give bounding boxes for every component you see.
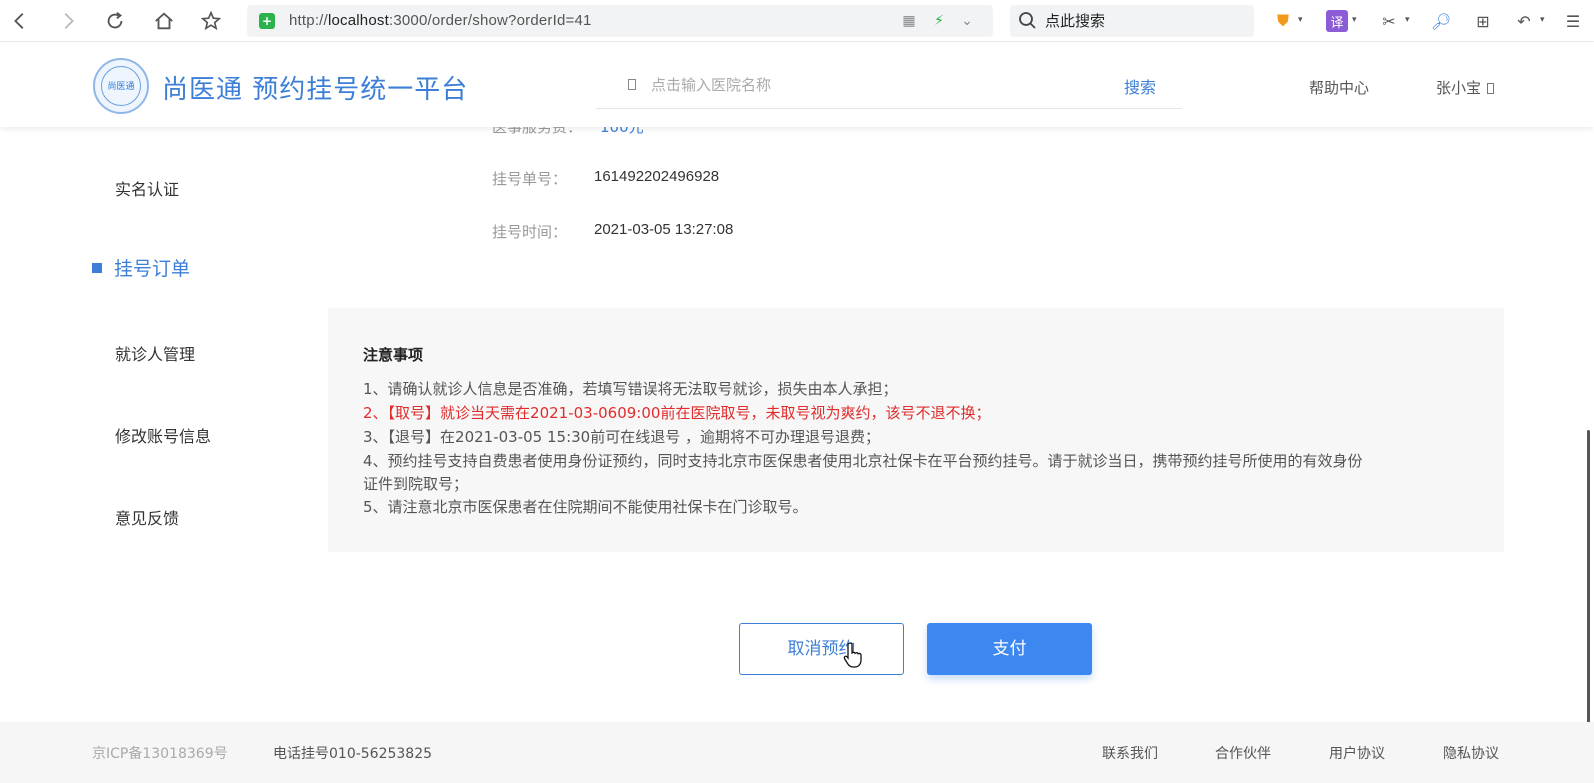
pay-button[interactable]: 支付 (927, 623, 1092, 675)
sidebar-item-label: 挂号订单 (114, 258, 191, 280)
phone-registration: 电话挂号010-56253825 (273, 746, 433, 762)
site-title[interactable]: 尚医通 预约挂号统一平台 (162, 69, 468, 106)
qr-code-icon[interactable]: ▦ (901, 13, 917, 29)
reload-icon[interactable] (103, 9, 127, 33)
notice-line: 5、请注意北京市医保患者在住院期间不能使用社保卡在门诊取号。 (363, 498, 808, 516)
site-footer: 京ICP备13018369号 电话挂号010-56253825 联系我们 合作伙… (0, 722, 1594, 783)
hand-cursor-icon (843, 642, 862, 668)
address-bar[interactable]: + http://localhost:3000/order/show?order… (247, 5, 993, 37)
footer-link-terms[interactable]: 用户协议 (1329, 743, 1385, 763)
notice-line: 3、【退号】在2021-03-05 15:30前可在线退号 ，逾期将不可办理退号… (363, 428, 880, 446)
translate-icon[interactable]: 译 (1326, 10, 1348, 32)
undo-icon[interactable]: ↶ (1513, 10, 1535, 32)
caret-down-icon[interactable]: ▾ (1298, 16, 1306, 25)
footer-link-contact[interactable]: 联系我们 (1102, 743, 1158, 763)
search-button[interactable]: 搜索 (1124, 74, 1156, 98)
notice-line: 1、请确认就诊人信息是否准确，若填写错误将无法取号就诊，损失由本人承担； (363, 380, 898, 398)
notice-panel: 注意事项 1、请确认就诊人信息是否准确，若填写错误将无法取号就诊，损失由本人承担… (328, 308, 1504, 552)
browser-search-text: 点此搜索 (1045, 12, 1106, 30)
sidebar-item-feedback[interactable]: 意见反馈 (115, 505, 179, 529)
footer-link-privacy[interactable]: 隐私协议 (1443, 743, 1499, 763)
icp-record: 京ICP备13018369号 (92, 746, 228, 762)
bookmark-star-icon[interactable] (199, 9, 223, 33)
notice-line: 证件到院取号； (363, 475, 469, 493)
caret-down-icon[interactable]: ▾ (1405, 16, 1413, 25)
page-scrollbar[interactable] (1587, 430, 1590, 730)
order-number-value: 161492202496928 (594, 168, 720, 185)
sidebar-item-orders[interactable]: 挂号订单 (92, 254, 190, 281)
order-time-value: 2021-03-05 13:27:08 (594, 221, 734, 238)
order-number-label: 挂号单号： (492, 170, 568, 188)
sidebar-item-patients[interactable]: 就诊人管理 (115, 341, 195, 365)
footer-link-partners[interactable]: 合作伙伴 (1215, 743, 1271, 763)
scissors-icon[interactable]: ✂ (1378, 10, 1400, 32)
order-time-label: 挂号时间： (492, 223, 568, 241)
shield-extension-icon[interactable]: ⛊ (1272, 10, 1294, 32)
notice-line-warning: 2、【取号】就诊当天需在2021-03-0609:00前在医院取号，未取号视为爽… (363, 404, 991, 422)
home-icon[interactable] (152, 9, 176, 33)
user-dropdown-icon (1487, 83, 1495, 94)
help-center-link[interactable]: 帮助中心 (1309, 77, 1369, 98)
url-text: http://localhost:3000/order/show?orderId… (289, 12, 592, 29)
notice-title: 注意事项 (363, 346, 424, 364)
sidebar-item-account[interactable]: 修改账号信息 (115, 423, 211, 447)
sidebar-item-real-name[interactable]: 实名认证 (115, 176, 179, 200)
logo-badge: 尚医通 (101, 66, 141, 106)
hospital-search: 搜索 (596, 65, 1182, 109)
hospital-search-input[interactable] (651, 73, 1051, 97)
caret-down-icon[interactable]: ▾ (1352, 16, 1360, 25)
search-field-icon (628, 79, 636, 90)
caret-down-icon[interactable]: ▾ (1540, 16, 1548, 25)
magnifier-icon[interactable]: 🔎︎ (1430, 10, 1452, 32)
site-logo[interactable]: 尚医通 (93, 58, 149, 114)
user-name: 张小宝 (1436, 79, 1482, 97)
secure-shield-icon: + (259, 13, 275, 29)
browser-toolbar: + http://localhost:3000/order/show?order… (0, 0, 1594, 42)
forward-icon[interactable] (56, 9, 80, 33)
menu-icon[interactable]: ☰ (1562, 10, 1584, 32)
browser-search-box[interactable]: 点此搜索 (1010, 5, 1254, 37)
search-icon (1019, 12, 1036, 29)
cancel-appointment-button[interactable]: 取消预约 (739, 623, 904, 675)
back-icon[interactable] (8, 9, 32, 33)
active-marker (92, 263, 102, 273)
user-menu[interactable]: 张小宝 (1436, 77, 1495, 98)
lightning-icon[interactable]: ⚡ (931, 13, 947, 29)
grid-icon[interactable]: ⊞ (1472, 10, 1494, 32)
chevron-down-icon[interactable]: ⌄ (959, 13, 975, 29)
site-header: 尚医通 尚医通 预约挂号统一平台 搜索 帮助中心 张小宝 (0, 43, 1594, 127)
notice-line: 4、预约挂号支持自费患者使用身份证预约，同时支持北京市医保患者使用北京社保卡在平… (363, 452, 1363, 470)
